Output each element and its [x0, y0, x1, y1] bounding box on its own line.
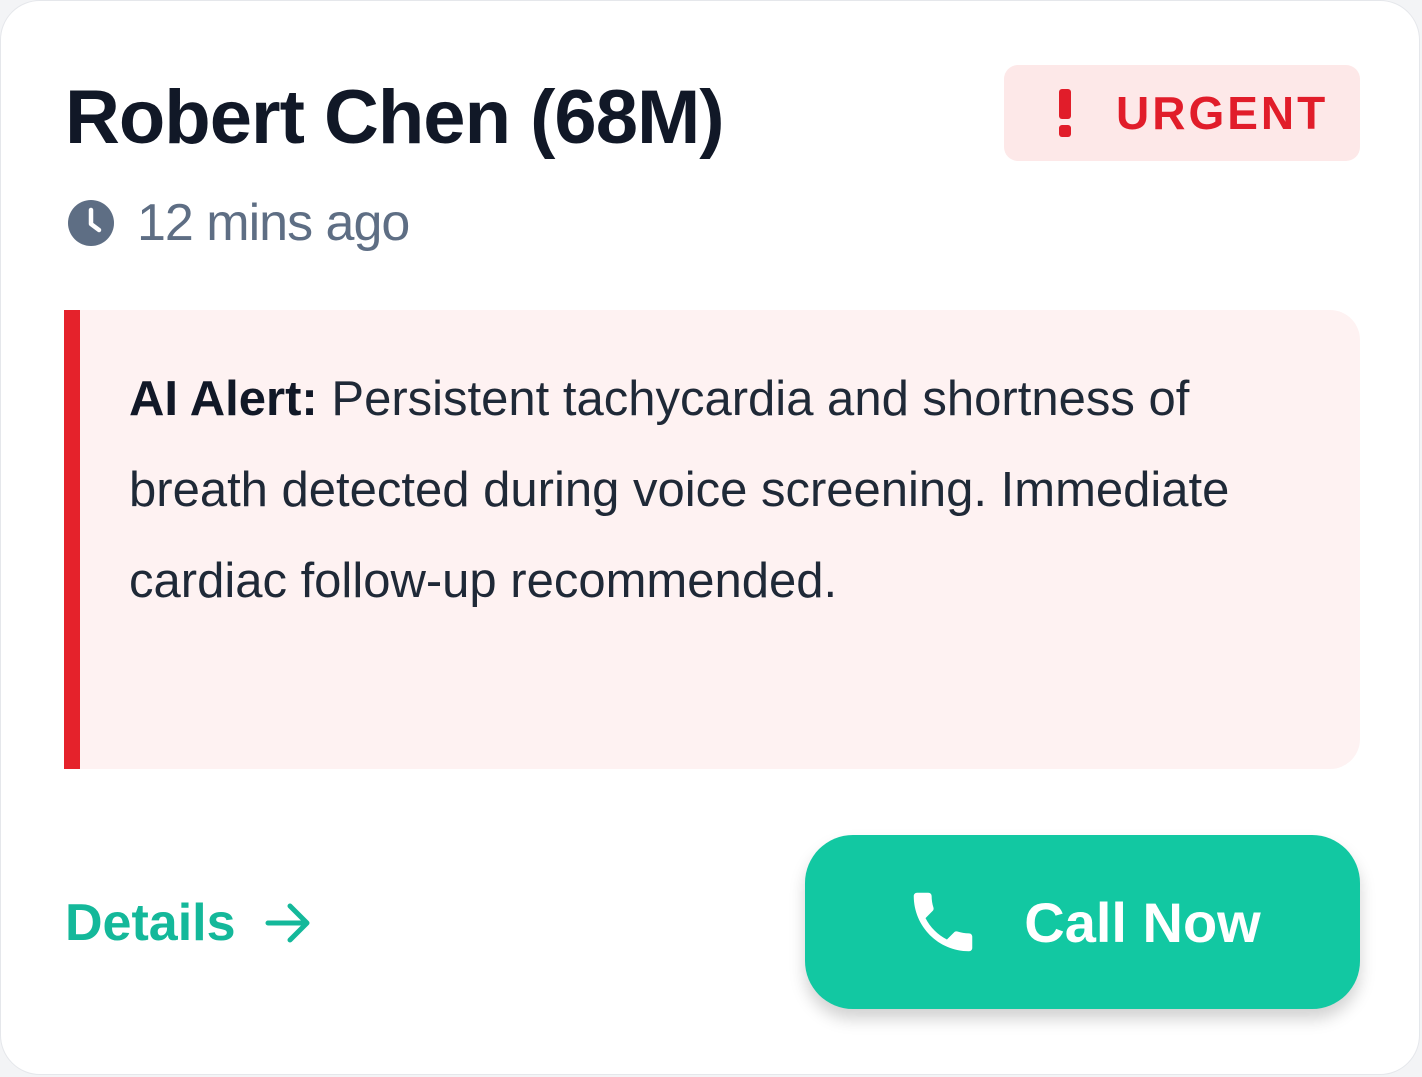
arrow-right-icon: [265, 903, 310, 943]
alert-label: AI Alert:: [129, 372, 318, 426]
phone-icon: [914, 892, 973, 952]
exclamation-icon: [1059, 89, 1071, 137]
clock-icon: [68, 200, 114, 246]
patient-alert-card: Robert Chen (68M) URGENT 12 mins ago AI …: [0, 0, 1420, 1075]
patient-name: Robert Chen (68M): [65, 75, 725, 160]
call-now-button[interactable]: Call Now: [805, 835, 1360, 1009]
urgent-status-badge: URGENT: [1004, 65, 1360, 161]
details-link[interactable]: Details: [65, 891, 314, 955]
time-ago-text: 12 mins ago: [137, 194, 410, 252]
ai-alert-box: AI Alert: Persistent tachycardia and sho…: [64, 310, 1360, 769]
details-label: Details: [65, 894, 236, 952]
timestamp: 12 mins ago: [67, 193, 410, 253]
alert-text: AI Alert: Persistent tachycardia and sho…: [129, 354, 1289, 627]
status-badge-label: URGENT: [1116, 87, 1329, 139]
call-now-label: Call Now: [1024, 890, 1261, 954]
